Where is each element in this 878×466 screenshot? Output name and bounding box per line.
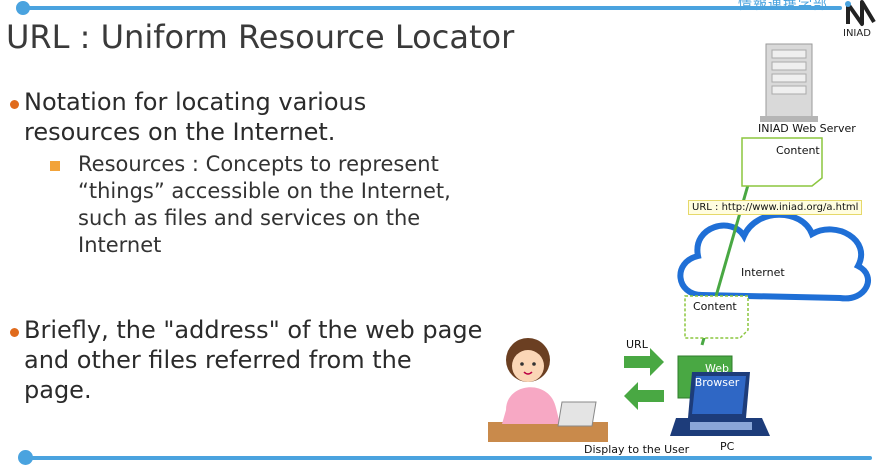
internet-cloud — [677, 211, 871, 302]
header-rule — [22, 6, 842, 10]
browser-label-line-2: Browser — [694, 376, 740, 389]
header-dot — [16, 1, 30, 15]
content-top-label: Content — [776, 144, 820, 157]
arrow-right-icon — [624, 348, 664, 376]
network-diagram — [488, 43, 871, 442]
url-label: URL : http://www.iniad.org/a.html — [688, 200, 863, 215]
bullet-1-line-1: Notation for locating various — [24, 88, 367, 116]
sub-bullet-line-1: Resources : Concepts to represent — [78, 152, 439, 176]
sub-bullet-line-3: such as files and services on the — [78, 206, 421, 230]
internet-label: Internet — [741, 266, 785, 279]
content-bottom-label: Content — [693, 300, 737, 313]
pc-label: PC — [720, 440, 735, 453]
sub-bullet-line-4: Internet — [78, 233, 162, 257]
sub-bullet-line-2: “things” accessible on the Internet, — [78, 179, 451, 203]
server-icon — [760, 43, 818, 122]
logo-text: INIAD — [843, 28, 871, 39]
department-label: 情報連携学部 — [738, 0, 828, 13]
sub-bullet-square — [50, 161, 60, 171]
iniad-logo: INIAD — [843, 0, 876, 39]
user-illustration — [488, 338, 608, 442]
bullet-dot — [10, 328, 19, 337]
url-arrow-label: URL — [626, 338, 648, 351]
bullet-2-line-3: page. — [24, 376, 92, 404]
display-label: Display to the User — [584, 443, 690, 456]
footer-dot — [18, 450, 33, 465]
bullet-2-line-1: Briefly, the "address" of the web page — [24, 316, 483, 344]
arrow-left-icon — [624, 382, 664, 410]
bullet-dot — [10, 100, 19, 109]
bullet-1-line-2: resources on the Internet. — [24, 118, 336, 146]
footer-rule — [22, 456, 872, 460]
server-label: INIAD Web Server — [758, 122, 856, 135]
slide-title: URL : Uniform Resource Locator — [6, 18, 515, 56]
browser-label-line-1: Web — [705, 362, 729, 375]
bullet-2-line-2: and other files referred from the — [24, 346, 412, 374]
